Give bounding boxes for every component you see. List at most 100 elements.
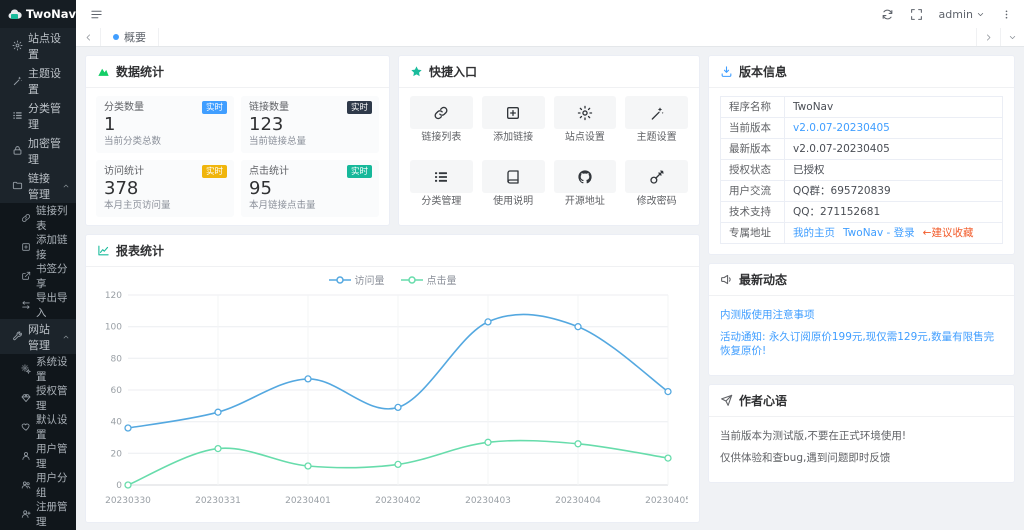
stat-badge: 实时 [202,101,227,114]
sidebar-item[interactable]: 主题设置 [0,63,76,98]
version-link[interactable]: 我的主页 [793,227,835,239]
quick-entry-gear[interactable]: 站点设置 [554,96,617,153]
quick-entry-plus-square[interactable]: 添加链接 [482,96,545,153]
sidebar-subitem[interactable]: 链接列表 [0,203,76,232]
heart-icon [21,422,31,432]
sidebar-item-label: 链接管理 [28,170,57,202]
stat-card: 访问统计实时378本月主页访问量 [96,160,234,217]
stats-title: 数据统计 [116,63,164,80]
version-row-value: v2.0.07-20230405 [785,139,1003,160]
tabs-scroll-left-button[interactable] [76,28,100,46]
legend-item[interactable]: 点击量 [401,272,457,287]
legend-item[interactable]: 访问量 [329,272,385,287]
sidebar: TwoNav 站点设置主题设置分类管理加密管理链接管理链接列表添加链接书签分享导… [0,0,76,530]
version-row: 最新版本 v2.0.07-20230405 [721,139,1003,160]
quick-entry-box [410,96,473,129]
sidebar-subitem[interactable]: 默认设置 [0,412,76,441]
version-value-text: 已授权 [793,164,825,176]
tabs-menu-button[interactable] [1000,28,1024,46]
refresh-icon[interactable] [881,8,894,21]
sidebar-item[interactable]: 加密管理 [0,133,76,168]
sidebar-subitem[interactable]: 添加链接 [0,232,76,261]
news-link[interactable]: 活动通知: 永久订阅原价199元,现仅需129元,数量有限售完恢复原价! [720,330,1003,358]
sidebar-subitem-label: 注册管理 [36,499,70,529]
quick-entry-link[interactable]: 链接列表 [410,96,473,153]
sidebar-subitem[interactable]: 书签分享 [0,261,76,290]
user-icon [21,451,31,461]
hamburger-icon[interactable] [90,8,103,21]
version-table: 程序名称TwoNav当前版本v2.0.07-20230405最新版本v2.0.0… [720,96,1003,244]
sidebar-subitem[interactable]: 用户管理 [0,441,76,470]
sidebar-subitem-label: 链接列表 [36,203,70,233]
sidebar-subitem[interactable]: 用户分组 [0,470,76,499]
plus-square-icon [505,105,521,121]
list-icon [12,110,23,121]
ellipsis-icon[interactable] [1001,9,1012,20]
stat-desc: 本月主页访问量 [104,199,226,212]
user-dropdown[interactable]: admin [939,8,985,21]
version-value-text: TwoNav [793,101,833,113]
folder-icon [12,180,23,191]
author-panel: 作者心语 当前版本为测试版,不要在正式环境使用!仅供体验和查bug,遇到问题即时… [708,384,1015,483]
report-panel: 报表统计 访问量点击量 0204060801001202023033020230… [85,234,700,523]
version-row: 当前版本v2.0.07-20230405 [721,118,1003,139]
book-icon [505,169,521,185]
quick-entry-label: 开源地址 [554,196,617,208]
quick-entry-label: 主题设置 [625,132,688,144]
chevron-up-icon [62,182,70,190]
stat-card: 点击统计实时95本月链接点击量 [241,160,379,217]
svg-text:120: 120 [105,291,122,301]
quick-entry-panel: 快捷入口 链接列表添加链接站点设置主题设置分类管理使用说明开源地址修改密码 [398,55,700,226]
report-chart: 0204060801001202023033020230331202304012… [86,287,699,522]
tabs-scroll-right-button[interactable] [976,28,1000,46]
app-title: TwoNav [26,7,76,21]
sidebar-item[interactable]: 网站管理 [0,319,76,354]
chevron-up-icon [62,333,70,341]
version-value-text: v2.0.07-20230405 [793,143,890,155]
sidebar-item-label: 分类管理 [28,100,70,132]
quick-entry-book[interactable]: 使用说明 [482,160,545,217]
gear-icon [12,40,23,51]
fullscreen-icon[interactable] [910,8,923,21]
quick-entry-list[interactable]: 分类管理 [410,160,473,217]
bookmark-hint-link[interactable]: ←建议收藏 [923,227,974,239]
version-value-text: QQ：271152681 [793,206,880,218]
sidebar-subitem[interactable]: 注册管理 [0,499,76,528]
right-column: 版本信息 程序名称TwoNav当前版本v2.0.07-20230405最新版本v… [708,55,1015,491]
svg-text:60: 60 [111,386,123,396]
version-panel: 版本信息 程序名称TwoNav当前版本v2.0.07-20230405最新版本v… [708,55,1015,255]
author-line: 当前版本为测试版,不要在正式环境使用! [720,429,1003,443]
sidebar-subitem-label: 添加链接 [36,232,70,262]
sidebar-subitem[interactable]: 授权管理 [0,383,76,412]
link-icon [21,213,31,223]
svg-text:0: 0 [116,481,122,491]
tab-overview[interactable]: 概要 [100,28,159,46]
sidebar-item[interactable]: 链接管理 [0,168,76,203]
author-title: 作者心语 [739,392,787,409]
quick-entry-wand[interactable]: 主题设置 [625,96,688,153]
sidebar-subitem-label: 系统设置 [36,354,70,384]
sidebar-item[interactable]: 分类管理 [0,98,76,133]
quick-entry-label: 添加链接 [482,132,545,144]
exchange-icon [21,300,31,310]
stat-value: 95 [249,178,371,199]
wrench-icon [12,331,23,342]
version-row-label: 最新版本 [721,139,785,160]
sidebar-subitem[interactable]: 导出导入 [0,290,76,319]
legend-label: 点击量 [427,272,457,287]
sidebar-subitem[interactable]: 系统设置 [0,354,76,383]
version-row: 授权状态已授权 [721,160,1003,181]
version-link[interactable]: TwoNav - 登录 [843,227,915,239]
svg-text:20230331: 20230331 [195,496,241,506]
version-value-text: QQ群：695720839 [793,185,891,197]
active-tab-dot-icon [113,34,119,40]
lock-icon [12,145,23,156]
app-logo[interactable]: TwoNav [0,0,76,28]
user-plus-icon [21,509,31,519]
cogs-icon [21,364,31,374]
news-link[interactable]: 内测版使用注意事项 [720,308,1003,322]
sidebar-item[interactable]: 站点设置 [0,28,76,63]
version-link[interactable]: v2.0.07-20230405 [793,122,890,134]
quick-entry-github[interactable]: 开源地址 [554,160,617,217]
quick-entry-key[interactable]: 修改密码 [625,160,688,217]
